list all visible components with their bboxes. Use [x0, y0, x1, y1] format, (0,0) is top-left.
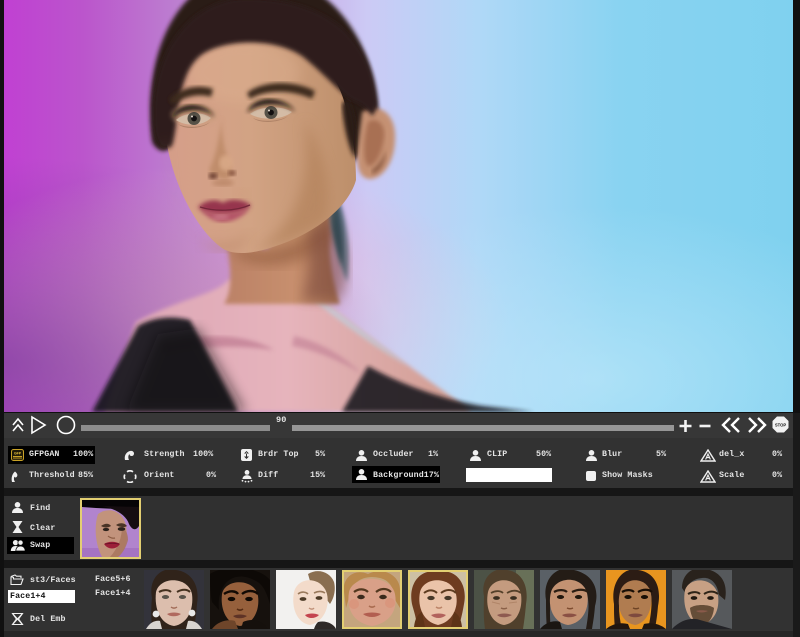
- svg-text:STOP: STOP: [775, 423, 787, 428]
- svg-text:GFP: GFP: [14, 452, 22, 456]
